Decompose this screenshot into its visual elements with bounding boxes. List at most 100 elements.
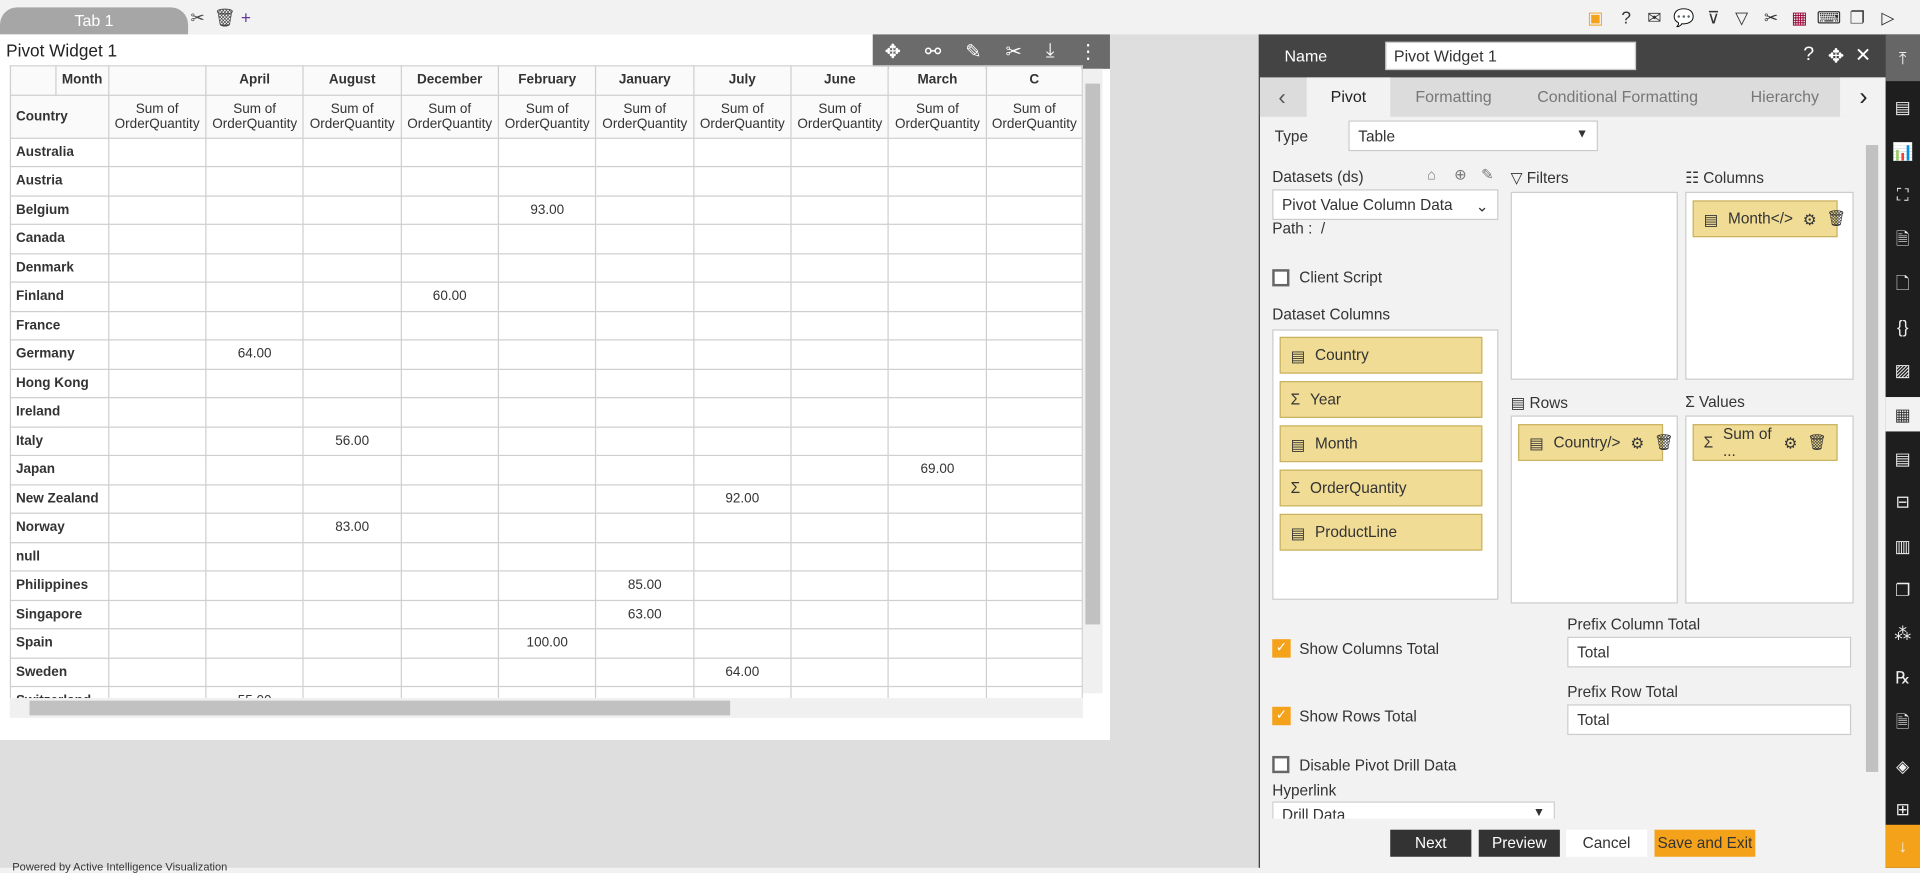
embed-icon[interactable]: ⌨ xyxy=(1816,7,1843,28)
country-cell[interactable]: Switzerland xyxy=(9,685,109,699)
value-cell[interactable] xyxy=(985,628,1083,659)
row-field-label[interactable]: Country xyxy=(9,94,109,139)
comment-icon[interactable]: 💬 xyxy=(1670,7,1697,28)
value-cell[interactable] xyxy=(985,281,1083,312)
value-cell[interactable] xyxy=(497,310,597,341)
tab-hierarchy[interactable]: Hierarchy xyxy=(1729,77,1840,116)
value-cell[interactable] xyxy=(205,368,305,399)
value-cell[interactable] xyxy=(887,541,987,572)
value-cell[interactable] xyxy=(302,657,402,688)
value-cell[interactable] xyxy=(205,194,305,225)
value-cell[interactable] xyxy=(302,252,402,283)
value-cell[interactable] xyxy=(497,483,597,514)
value-cell[interactable] xyxy=(107,425,207,457)
value-cell[interactable] xyxy=(985,310,1083,341)
value-cell[interactable] xyxy=(595,339,695,370)
value-cell[interactable] xyxy=(595,483,695,514)
country-cell[interactable]: Philippines xyxy=(9,570,109,601)
value-cell[interactable] xyxy=(790,252,890,283)
value-cell[interactable] xyxy=(595,368,695,399)
tree-icon[interactable]: ⊟ xyxy=(1886,485,1920,519)
value-cell[interactable] xyxy=(790,541,890,572)
value-cell[interactable] xyxy=(985,368,1083,399)
help-icon[interactable]: ? xyxy=(1803,44,1814,66)
value-cell[interactable] xyxy=(790,339,890,370)
horizontal-scrollbar[interactable] xyxy=(9,698,1083,718)
values-drop-zone[interactable]: Σ Sum of ... ⚙ 🗑 xyxy=(1685,415,1854,604)
value-cell[interactable] xyxy=(107,252,207,283)
value-cell[interactable] xyxy=(692,599,792,630)
value-cell[interactable] xyxy=(205,137,305,168)
columns-drop-zone[interactable]: ▤ Month</> ⚙ 🗑 xyxy=(1685,191,1854,380)
value-cell[interactable] xyxy=(887,483,987,514)
value-cell[interactable] xyxy=(400,252,500,283)
value-cell[interactable] xyxy=(692,425,792,457)
country-cell[interactable]: Norway xyxy=(9,512,109,543)
value-cell[interactable] xyxy=(985,223,1083,254)
value-cell[interactable] xyxy=(107,628,207,659)
country-cell[interactable]: Finland xyxy=(9,281,109,312)
value-cell[interactable] xyxy=(497,541,597,572)
value-cell[interactable] xyxy=(205,165,305,197)
value-cell[interactable] xyxy=(107,397,207,428)
value-cell[interactable] xyxy=(790,368,890,399)
value-cell[interactable] xyxy=(302,194,402,225)
value-cell[interactable] xyxy=(595,194,695,225)
more-icon[interactable]: ⋮ xyxy=(1078,39,1098,64)
value-cell[interactable] xyxy=(595,512,695,543)
value-cell[interactable] xyxy=(400,599,500,630)
save-icon[interactable]: ▣ xyxy=(1582,7,1609,28)
value-cell[interactable] xyxy=(400,657,500,688)
code-icon[interactable]: {} xyxy=(1886,309,1920,343)
value-cell[interactable] xyxy=(400,483,500,514)
value-cell[interactable] xyxy=(790,310,890,341)
value-cell[interactable] xyxy=(887,512,987,543)
cluster-icon[interactable]: ⁂ xyxy=(1886,616,1920,650)
value-cell[interactable] xyxy=(887,223,987,254)
value-cell[interactable] xyxy=(692,165,792,197)
value-cell[interactable] xyxy=(205,570,305,601)
value-cell[interactable] xyxy=(887,165,987,197)
value-cell[interactable] xyxy=(302,628,402,659)
value-cell[interactable] xyxy=(400,541,500,572)
value-cell[interactable] xyxy=(400,685,500,699)
value-cell[interactable] xyxy=(887,137,987,168)
value-cell[interactable] xyxy=(985,541,1083,572)
client-script-checkbox[interactable] xyxy=(1272,269,1290,287)
value-cell[interactable]: 64.00 xyxy=(692,657,792,688)
value-cell[interactable] xyxy=(692,194,792,225)
save-and-exit-button[interactable]: Save and Exit xyxy=(1654,829,1756,857)
value-cell[interactable] xyxy=(692,281,792,312)
value-cell[interactable] xyxy=(497,252,597,283)
download-icon[interactable]: ⤓ xyxy=(1046,41,1055,63)
collapse-top-icon[interactable]: ⤒ xyxy=(1885,34,1920,82)
country-cell[interactable]: Italy xyxy=(9,425,109,457)
value-cell[interactable] xyxy=(302,281,402,312)
next-button[interactable]: Next xyxy=(1390,829,1472,857)
value-cell[interactable] xyxy=(205,223,305,254)
value-cell[interactable] xyxy=(497,454,597,485)
add-tab-icon[interactable]: + xyxy=(241,7,251,27)
value-cell[interactable] xyxy=(692,339,792,370)
tools-icon[interactable]: ✂ xyxy=(1006,39,1022,64)
value-cell[interactable] xyxy=(205,454,305,485)
month-header[interactable]: April xyxy=(205,65,305,96)
value-cell[interactable] xyxy=(692,310,792,341)
rows-drop-zone[interactable]: ▤ Country/> ⚙ 🗑 xyxy=(1510,415,1678,604)
value-cell[interactable] xyxy=(790,223,890,254)
value-cell[interactable] xyxy=(595,252,695,283)
link-icon[interactable]: ⚯ xyxy=(925,39,941,64)
value-cell[interactable] xyxy=(887,397,987,428)
gear-icon[interactable]: ⚙ xyxy=(1783,433,1797,452)
pivot-icon[interactable]: ▦ xyxy=(1885,396,1920,432)
value-cell[interactable] xyxy=(692,223,792,254)
value-cell[interactable] xyxy=(400,454,500,485)
value-cell[interactable] xyxy=(887,194,987,225)
values-chip[interactable]: Σ Sum of ... ⚙ 🗑 xyxy=(1692,424,1838,461)
value-cell[interactable] xyxy=(107,310,207,341)
value-cell[interactable] xyxy=(985,165,1083,197)
value-cell[interactable] xyxy=(107,223,207,254)
value-cell[interactable] xyxy=(692,628,792,659)
dataset-column-chip[interactable]: ▤ ProductLine xyxy=(1279,513,1483,551)
play-icon[interactable]: ▷ xyxy=(1875,7,1902,28)
